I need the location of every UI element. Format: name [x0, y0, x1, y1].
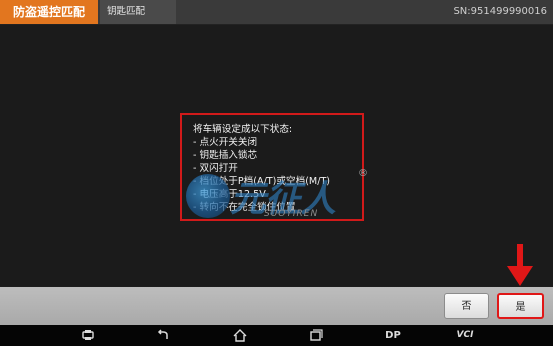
no-button[interactable]: 否: [444, 293, 489, 319]
dialog-line: - 转向不在完全锁住位置: [193, 202, 296, 213]
dialog-line: - 双闪打开: [193, 163, 238, 174]
action-bar: 否 是: [0, 287, 553, 325]
app-title-tab[interactable]: 防盗遥控匹配: [0, 0, 98, 24]
main-content: 将车辆设定成以下状态: - 点火开关关闭 - 钥匙插入锁芯 - 双闪打开 - 档…: [0, 25, 553, 286]
serial-number: SN:951499990016: [453, 6, 547, 17]
instruction-dialog: 将车辆设定成以下状态: - 点火开关关闭 - 钥匙插入锁芯 - 双闪打开 - 档…: [180, 113, 364, 221]
print-icon[interactable]: [80, 325, 96, 346]
dialog-line: - 电压高于12.5V: [193, 189, 266, 200]
dialog-line: - 钥匙插入锁芯: [193, 150, 258, 161]
dialog-line: - 点火开关关闭: [193, 137, 258, 148]
back-icon[interactable]: [155, 325, 171, 346]
dialog-line: - 档位处于P档(A/T)或空档(M/T): [193, 176, 331, 187]
red-arrow-icon: [507, 244, 533, 286]
system-nav-bar: DP VCI: [0, 325, 553, 346]
subtitle-tab[interactable]: 钥匙匹配: [100, 0, 176, 24]
recent-apps-icon[interactable]: [308, 325, 324, 346]
dp-button[interactable]: DP: [383, 325, 403, 346]
top-bar: 防盗遥控匹配 钥匙匹配 SN:951499990016: [0, 0, 553, 25]
home-icon[interactable]: [232, 325, 248, 346]
vci-button[interactable]: VCI: [455, 325, 475, 346]
dialog-line: 将车辆设定成以下状态:: [193, 124, 293, 135]
yes-button[interactable]: 是: [497, 293, 544, 319]
